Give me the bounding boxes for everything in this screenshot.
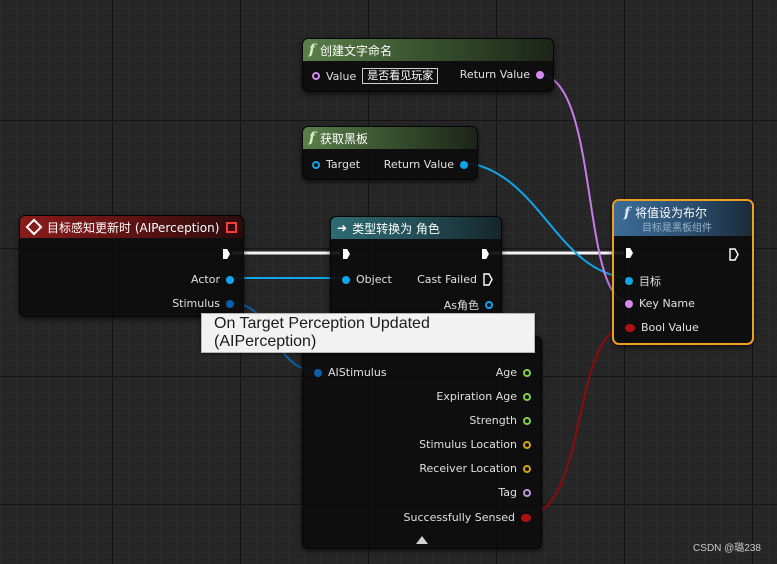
blackboard-return-pin[interactable]: [460, 160, 468, 169]
get-blackboard-node-header[interactable]: f 获取黑板: [303, 127, 477, 149]
receiver-location-pin[interactable]: [523, 464, 531, 473]
create-text-node[interactable]: f 创建文字命名 Value 是否看见玩家 Return Value: [302, 38, 554, 92]
set-bool-exec-in-pin[interactable]: [626, 248, 633, 258]
value-text-field[interactable]: 是否看见玩家: [362, 68, 439, 84]
key-name-row: Key Name: [625, 297, 695, 310]
return-value-row: Return Value: [460, 68, 544, 81]
receiver-location-label: Receiver Location: [419, 462, 517, 475]
node-tooltip: On Target Perception Updated (AIPercepti…: [201, 313, 535, 353]
value-input-row: Value 是否看见玩家: [312, 68, 439, 84]
cast-arrow-icon: ➜: [337, 221, 348, 235]
expiration-age-pin[interactable]: [523, 392, 531, 401]
actor-output-row: Actor: [191, 273, 234, 286]
aistimulus-label: AIStimulus: [328, 366, 387, 379]
expiration-age-label: Expiration Age: [436, 390, 517, 403]
stimulus-location-row: Stimulus Location: [419, 438, 531, 451]
tag-row: Tag: [498, 486, 531, 499]
bool-value-label: Bool Value: [641, 321, 699, 334]
set-bool-target-row: 目标: [625, 273, 661, 289]
return-value-label: Return Value: [459, 68, 530, 81]
bool-value-row: Bool Value: [625, 321, 699, 334]
as-character-pin[interactable]: [485, 301, 493, 309]
blackboard-return-row: Return Value: [384, 158, 468, 171]
bool-value-pin[interactable]: [625, 323, 635, 332]
as-character-label: As角色: [443, 299, 479, 312]
value-label: Value: [326, 69, 357, 83]
perception-event-node[interactable]: 目标感知更新时 (AIPerception) Actor Stimulus: [19, 215, 244, 317]
cast-failed-row: Cast Failed: [417, 273, 493, 286]
target-input-row: Target: [312, 158, 360, 171]
receiver-location-row: Receiver Location: [419, 462, 531, 475]
set-bool-exec-out-pin[interactable]: [729, 248, 739, 261]
blackboard-return-label: Return Value: [383, 158, 454, 171]
value-pin[interactable]: [312, 72, 320, 80]
tag-label: Tag: [498, 486, 517, 499]
cast-exec-in-pin[interactable]: [343, 249, 350, 259]
set-bool-target-pin[interactable]: [625, 277, 633, 285]
cast-failed-exec-pin[interactable]: [483, 273, 493, 286]
get-blackboard-node[interactable]: f 获取黑板 Target Return Value: [302, 126, 478, 180]
key-name-pin[interactable]: [625, 299, 633, 308]
cast-failed-label: Cast Failed: [417, 273, 477, 286]
age-row: Age: [496, 366, 531, 379]
as-character-row: As角色: [444, 297, 493, 313]
perception-event-title: 目标感知更新时 (AIPerception): [47, 220, 220, 235]
watermark: CSDN @璐238: [693, 543, 761, 554]
age-pin[interactable]: [523, 368, 531, 377]
actor-pin[interactable]: [226, 275, 234, 284]
target-pin[interactable]: [312, 160, 320, 169]
object-input-row: Object: [342, 273, 392, 286]
age-label: Age: [495, 366, 517, 379]
actor-label: Actor: [191, 273, 220, 286]
set-bool-node-subtitle: 目标是黑板组件: [642, 223, 712, 234]
cast-node-title: 类型转换为 角色: [352, 221, 440, 236]
stimulus-output-row: Stimulus: [172, 297, 234, 310]
key-name-label: Key Name: [639, 297, 695, 310]
tag-pin[interactable]: [523, 488, 531, 497]
set-bool-node[interactable]: f 将值设为布尔 目标是黑板组件 目标 Key Name Bool Value: [612, 199, 754, 345]
function-icon: f: [309, 130, 316, 146]
set-bool-node-header[interactable]: f 将值设为布尔 目标是黑板组件: [614, 201, 752, 236]
successfully-sensed-row: Successfully Sensed: [404, 511, 531, 524]
stimulus-location-pin[interactable]: [523, 440, 531, 449]
break-stimulus-node[interactable]: AIStimulus Age Expiration Age Strength S…: [302, 336, 542, 549]
collapse-arrow-icon[interactable]: [416, 536, 428, 544]
delegate-pin-icon[interactable]: [226, 222, 237, 233]
get-blackboard-node-title: 获取黑板: [320, 131, 369, 146]
aistimulus-pin[interactable]: [314, 368, 322, 377]
successfully-sensed-label: Successfully Sensed: [403, 511, 515, 524]
function-icon: f: [624, 204, 631, 221]
successfully-sensed-pin[interactable]: [521, 513, 531, 522]
strength-pin[interactable]: [523, 416, 531, 425]
return-value-pin[interactable]: [536, 70, 544, 79]
object-label: Object: [356, 273, 392, 286]
cast-node-header[interactable]: ➜ 类型转换为 角色: [331, 217, 501, 239]
strength-label: Strength: [469, 414, 517, 427]
strength-row: Strength: [469, 414, 531, 427]
aistimulus-input-row: AIStimulus: [314, 366, 387, 379]
stimulus-label: Stimulus: [172, 297, 220, 310]
set-bool-target-label: 目标: [639, 275, 661, 288]
stimulus-pin[interactable]: [226, 299, 234, 308]
expiration-age-row: Expiration Age: [436, 390, 531, 403]
stimulus-location-label: Stimulus Location: [419, 438, 517, 451]
create-text-node-header[interactable]: f 创建文字命名: [303, 39, 553, 61]
event-diamond-icon: [25, 218, 43, 236]
create-text-node-title: 创建文字命名: [320, 43, 393, 58]
target-label: Target: [326, 158, 361, 171]
perception-event-header[interactable]: 目标感知更新时 (AIPerception): [20, 216, 243, 238]
cast-exec-out-pin[interactable]: [482, 249, 489, 259]
object-pin[interactable]: [342, 275, 350, 284]
cast-node[interactable]: ➜ 类型转换为 角色 Object Cast Failed As角色: [330, 216, 502, 318]
exec-out-pin[interactable]: [223, 249, 230, 259]
function-icon: f: [309, 42, 316, 58]
